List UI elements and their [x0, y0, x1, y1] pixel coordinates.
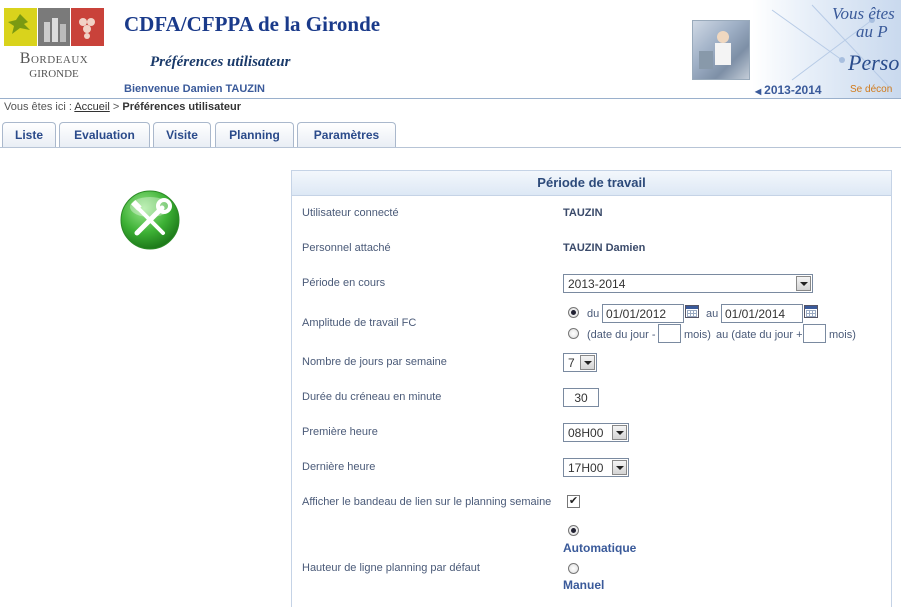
days-label: Nombre de jours par semaine [302, 356, 447, 368]
amplitude-fixed-radio[interactable] [568, 307, 579, 318]
chevron-down-icon [580, 355, 595, 370]
welcome-message: Bienvenue Damien TAUZIN [124, 83, 265, 95]
amplitude-label: Amplitude de travail FC [302, 317, 417, 329]
work-period-panel: Période de travail Utilisateur connecté … [291, 170, 892, 607]
staff-label: Personnel attaché [302, 242, 391, 254]
tab-visite[interactable]: Visite [153, 122, 211, 147]
header: Bordeaux GIRONDE CDFA/CFPPA de la Girond… [0, 0, 901, 99]
first-hour-select[interactable]: 08H00 [563, 423, 629, 442]
tab-evaluation[interactable]: Evaluation [59, 122, 150, 147]
months-before-input[interactable] [658, 324, 681, 343]
row-height-manual-label: Manuel [563, 578, 605, 592]
calendar-icon[interactable] [804, 305, 818, 318]
row-height-manual-radio[interactable] [568, 563, 579, 574]
relative-months-label-2: mois) [829, 329, 856, 341]
tab-liste[interactable]: Liste [2, 122, 56, 147]
chateau-logo-tile [37, 8, 71, 46]
date-from-input[interactable]: 01/01/2012 [602, 304, 684, 323]
days-select[interactable]: 7 [563, 353, 597, 372]
last-hour-select[interactable]: 17H00 [563, 458, 629, 477]
date-to-input[interactable]: 01/01/2014 [721, 304, 803, 323]
breadcrumb-separator: > [112, 101, 120, 113]
breadcrumb: Vous êtes ici : Accueil > Préférences ut… [4, 101, 241, 113]
relative-from-label: (date du jour - [587, 329, 656, 341]
logout-link[interactable]: Se décon [850, 84, 892, 95]
row-height-auto-label: Automatique [563, 541, 637, 555]
period-label: Période en cours [302, 277, 386, 289]
last-hour-value: 17H00 [568, 461, 604, 475]
chevron-down-icon [612, 460, 627, 475]
tools-settings-icon [120, 190, 180, 250]
breadcrumb-home-link[interactable]: Accueil [74, 101, 109, 113]
logo-line2: GIRONDE [29, 68, 79, 80]
caret-left-icon: ◀ [755, 87, 762, 96]
period-select[interactable]: 2013-2014 [563, 274, 813, 293]
row-height-label: Hauteur de ligne planning par défaut [302, 562, 480, 574]
staff-value: TAUZIN Damien [563, 242, 646, 254]
banner-checkbox[interactable]: ✔ [567, 495, 580, 508]
tab-planning[interactable]: Planning [215, 122, 294, 147]
first-hour-label: Première heure [302, 426, 378, 438]
slot-input[interactable]: 30 [563, 388, 599, 407]
months-after-input[interactable] [803, 324, 826, 343]
header-photo [692, 20, 750, 80]
page-subtitle: Préférences utilisateur [150, 54, 291, 70]
brand-line3: Perso [848, 50, 900, 75]
last-hour-label: Dernière heure [302, 461, 376, 473]
banner-label: Afficher le bandeau de lien sur le plann… [302, 496, 552, 508]
logo-tiles [4, 8, 105, 46]
year-selector[interactable]: ◀ 2013-2014 [755, 83, 822, 97]
brand-line2: au P [856, 22, 888, 41]
calendar-icon[interactable] [685, 305, 699, 318]
tab-parametres[interactable]: Paramètres [297, 122, 396, 147]
relative-to-label: au (date du jour + [716, 329, 803, 341]
year-value: 2013-2014 [764, 83, 822, 97]
row-height-auto-radio[interactable] [568, 525, 579, 536]
chevron-down-icon [612, 425, 627, 440]
grapes-logo-tile [71, 8, 105, 46]
site-title: CDFA/CFPPA de la Gironde [124, 12, 381, 36]
user-label: Utilisateur connecté [302, 207, 399, 219]
user-value: TAUZIN [563, 207, 603, 219]
chevron-down-icon [796, 276, 811, 291]
breadcrumb-prefix: Vous êtes ici : [4, 101, 72, 113]
period-select-value: 2013-2014 [568, 277, 626, 291]
breadcrumb-current: Préférences utilisateur [122, 101, 241, 113]
amplitude-relative-radio[interactable] [568, 328, 579, 339]
brand-line1: Vous êtes [832, 4, 895, 23]
au-label: au [706, 308, 719, 320]
main-tabs: Liste Evaluation Visite Planning Paramèt… [0, 122, 901, 148]
bordeaux-gironde-logo[interactable]: Bordeaux GIRONDE [4, 50, 104, 80]
relative-months-label-1: mois) [684, 329, 711, 341]
logo-line1: Bordeaux [19, 50, 89, 67]
vine-leaf-logo-tile [4, 8, 37, 46]
slot-label: Durée du créneau en minute [302, 391, 442, 403]
du-label: du [587, 308, 600, 320]
first-hour-value: 08H00 [568, 426, 604, 440]
days-select-value: 7 [568, 356, 575, 370]
panel-title: Période de travail [292, 171, 891, 196]
